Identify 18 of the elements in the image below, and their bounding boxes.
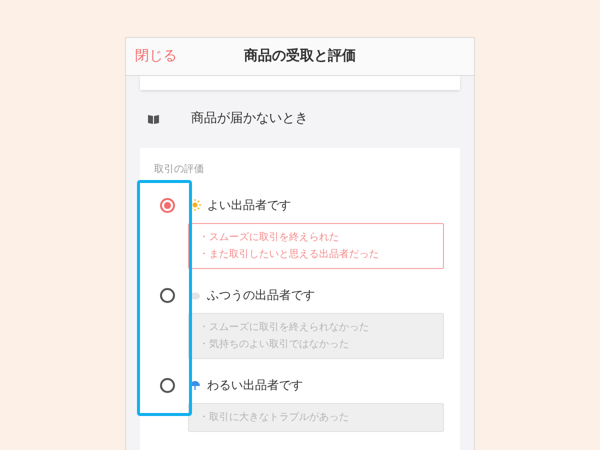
description-line: ・スムーズに取引を終えられなかった xyxy=(199,321,370,335)
description-line: ・取引に大きなトラブルがあった xyxy=(199,410,350,425)
help-row[interactable]: 商品が届かないとき xyxy=(126,90,474,148)
description-line: ・スムーズに取引を終えられた xyxy=(199,231,340,245)
radio-button[interactable] xyxy=(160,288,175,302)
radio-button[interactable] xyxy=(160,378,175,392)
option-label: ふつうの出品者です xyxy=(207,287,315,304)
sun-icon xyxy=(189,199,201,211)
radio-button[interactable] xyxy=(160,198,175,212)
book-icon xyxy=(148,114,159,124)
help-link-label: 商品が届かないとき xyxy=(191,110,308,128)
umbrella-icon xyxy=(189,379,201,391)
option-label: よい出品者です xyxy=(207,197,291,214)
section-heading: 取引の評価 xyxy=(153,162,205,177)
description-line: ・気持ちのよい取引ではなかった xyxy=(199,338,350,352)
description-line: ・また取引したいと思える出品者だった xyxy=(199,248,380,262)
option-label: わるい出品者です xyxy=(207,377,303,394)
screen-title: 商品の受取と評価 xyxy=(244,46,356,66)
